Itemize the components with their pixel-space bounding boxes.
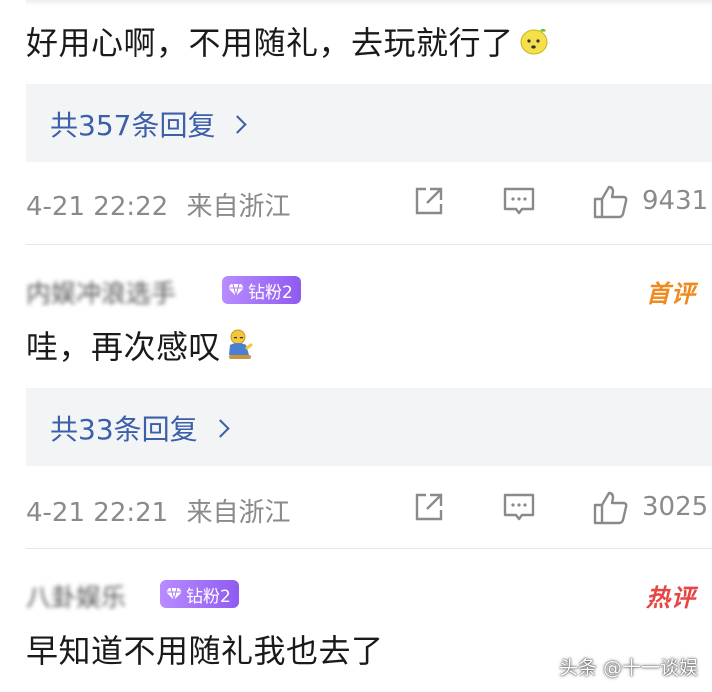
- share-button-1[interactable]: [412, 184, 446, 222]
- reply-count-label-1: 共357条回复: [50, 109, 216, 142]
- like-button-2[interactable]: [592, 490, 630, 530]
- lemon-face-emoji-icon: [518, 25, 550, 65]
- chevron-right-icon: [228, 114, 248, 134]
- badge-label-3: 钻粉2: [186, 586, 231, 607]
- comment-3-header: 八卦娱乐 钻粉2 热评: [26, 576, 712, 616]
- thumbs-up-icon: [593, 185, 628, 219]
- reply-box-1: 共357条回复: [26, 84, 712, 162]
- comment-icon: [503, 187, 535, 215]
- comment-1-text: 好用心啊，不用随礼，去玩就行了: [26, 18, 550, 65]
- comment-1-time: 4-21 22:22: [26, 192, 169, 222]
- comment-3-text: 早知道不用随礼我也去了: [26, 626, 384, 672]
- share-button-2[interactable]: [412, 490, 446, 528]
- fan-level-badge-3: 钻粉2: [160, 580, 239, 608]
- like-count-1: 9431: [642, 186, 709, 216]
- share-icon: [415, 187, 443, 215]
- comment-3-body: 早知道不用随礼我也去了: [26, 632, 384, 670]
- comment-1-location: 来自浙江: [186, 192, 291, 222]
- view-replies-link-1[interactable]: 共357条回复: [50, 104, 248, 144]
- comment-3-username[interactable]: 八卦娱乐: [26, 578, 126, 614]
- comment-icon: [503, 493, 535, 521]
- comment-2-text: 哇，再次感叹: [26, 322, 255, 370]
- comment-2-username[interactable]: 内娱冲浪选手: [26, 274, 176, 310]
- comment-button-2[interactable]: [502, 490, 536, 528]
- comment-button-1[interactable]: [502, 184, 536, 222]
- diamond-icon: [166, 587, 182, 601]
- like-count-2: 3025: [642, 492, 709, 522]
- chevron-right-icon: [210, 418, 230, 438]
- kneeling-emoji-icon: [225, 328, 255, 370]
- thumbs-up-icon: [593, 491, 628, 525]
- first-comment-tag: 首评: [646, 280, 696, 308]
- comment-2-header: 内娱冲浪选手 钻粉2 首评: [26, 272, 712, 312]
- like-button-1[interactable]: [592, 184, 630, 224]
- comment-2-location: 来自浙江: [186, 498, 291, 528]
- reply-box-2: 共33条回复: [26, 388, 712, 466]
- comment-2-time-location: 4-21 22:21 来自浙江: [26, 492, 290, 529]
- badge-label-2: 钻粉2: [248, 282, 293, 303]
- share-icon: [415, 493, 443, 521]
- view-replies-link-2[interactable]: 共33条回复: [50, 408, 230, 448]
- diamond-icon: [228, 283, 244, 297]
- divider-2: [26, 548, 712, 549]
- watermark: 头条 @十一谈娱: [558, 657, 698, 679]
- reply-count-label-2: 共33条回复: [50, 413, 198, 446]
- hot-comment-tag: 热评: [646, 584, 696, 612]
- comment-2-body: 哇，再次感叹: [26, 328, 222, 366]
- top-edge: [26, 0, 712, 6]
- comment-1-meta: 4-21 22:22 来自浙江 9431: [26, 180, 712, 228]
- fan-level-badge-2: 钻粉2: [222, 276, 301, 304]
- divider-1: [26, 244, 712, 245]
- comment-1-time-location: 4-21 22:22 来自浙江: [26, 186, 290, 223]
- comment-2-time: 4-21 22:21: [26, 498, 169, 528]
- comment-1-body: 好用心啊，不用随礼，去玩就行了: [26, 24, 514, 62]
- comment-2-meta: 4-21 22:21 来自浙江 3025: [26, 486, 712, 534]
